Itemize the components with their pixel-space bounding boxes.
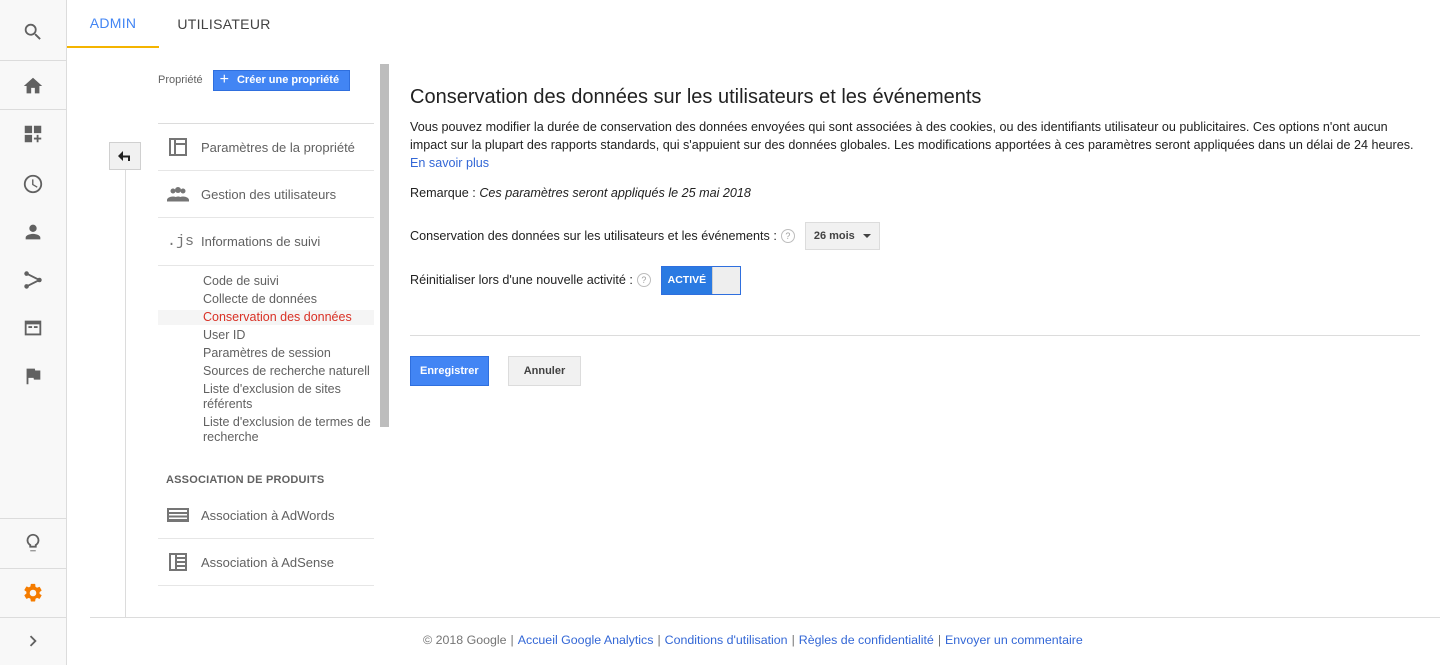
create-property-label: Créer une propriété — [236, 74, 340, 86]
tab-utilisateur[interactable]: UTILISATEUR — [159, 0, 289, 48]
footer-link-terms[interactable]: Conditions d'utilisation — [665, 633, 788, 647]
flag-icon[interactable] — [0, 354, 66, 398]
nav-adwords-linking[interactable]: Association à AdWords — [158, 492, 374, 539]
property-label: Propriété — [158, 74, 203, 86]
nav-tracking-info[interactable]: .js Informations de suivi — [158, 218, 374, 265]
nav-label: Informations de suivi — [201, 234, 321, 249]
tracking-sub-list: Code de suivi Collecte de données Conser… — [158, 266, 390, 454]
nav-label: Paramètres de la propriété — [201, 139, 355, 155]
retention-value: 26 mois — [813, 230, 855, 242]
js-icon: .js — [167, 233, 195, 250]
column-guide-line — [125, 165, 126, 617]
behavior-icon[interactable] — [0, 306, 66, 350]
note-label: Remarque : — [410, 186, 476, 200]
sub-item-user-id[interactable]: User ID — [158, 328, 390, 343]
retention-select[interactable]: 26 mois — [804, 222, 880, 250]
tab-admin[interactable]: ADMIN — [67, 0, 159, 48]
adsense-icon — [158, 552, 201, 572]
sub-item-search-term-exclusion[interactable]: Liste d'exclusion de termes de recherche — [158, 415, 390, 445]
page-title: Conservation des données sur les utilisa… — [410, 85, 982, 108]
share-icon[interactable] — [0, 258, 66, 302]
home-icon[interactable] — [0, 64, 66, 108]
layout-icon — [158, 137, 201, 157]
divider — [410, 335, 1420, 336]
clock-icon[interactable] — [0, 162, 66, 206]
description-text: Vous pouvez modifier la durée de conserv… — [410, 120, 1414, 152]
chevron-right-icon[interactable] — [0, 619, 66, 663]
sub-item-referral-exclusion[interactable]: Liste d'exclusion de sites référents — [158, 382, 358, 412]
toggle-label: ACTIVÉ — [661, 266, 712, 294]
plus-icon: + — [219, 71, 229, 88]
reset-row: Réinitialiser lors d'une nouvelle activi… — [410, 265, 1420, 295]
retention-label: Conservation des données sur les utilisa… — [410, 229, 777, 243]
save-button[interactable]: Enregistrer — [410, 356, 489, 386]
sub-item-organic-sources[interactable]: Sources de recherche naturell — [158, 364, 390, 379]
footer-divider — [90, 617, 1440, 618]
description: Vous pouvez modifier la durée de conserv… — [410, 118, 1420, 172]
dashboard-icon[interactable] — [0, 112, 66, 156]
help-icon[interactable]: ? — [780, 229, 795, 243]
product-linking-heading: ASSOCIATION DE PRODUITS — [166, 474, 325, 486]
users-icon — [158, 184, 201, 204]
search-icon[interactable] — [0, 10, 66, 54]
sub-item-data-collection[interactable]: Collecte de données — [158, 292, 390, 307]
nav-label: Association à AdSense — [201, 554, 334, 570]
nav-user-management[interactable]: Gestion des utilisateurs — [158, 171, 374, 218]
top-tabs: ADMIN UTILISATEUR — [67, 0, 1440, 48]
learn-more-link[interactable]: En savoir plus — [410, 156, 489, 170]
adwords-icon — [158, 505, 201, 525]
nav-label: Gestion des utilisateurs — [201, 186, 337, 202]
back-button[interactable] — [109, 142, 141, 170]
gear-icon[interactable] — [0, 571, 66, 615]
sub-item-tracking-code[interactable]: Code de suivi — [158, 274, 390, 289]
reset-label: Réinitialiser lors d'une nouvelle activi… — [410, 273, 633, 287]
copyright: © 2018 Google — [423, 633, 507, 647]
form-actions: Enregistrer Annuler — [410, 356, 1420, 386]
property-header: Propriété + Créer une propriété — [158, 64, 390, 96]
footer: © 2018 Google | Accueil Google Analytics | C… — [423, 633, 1083, 647]
retention-row: Conservation des données sur les utilisa… — [410, 221, 1420, 251]
footer-link-feedback[interactable]: Envoyer un commentaire — [945, 633, 1083, 647]
sub-item-data-retention[interactable]: Conservation des données — [158, 310, 374, 325]
caret-down-icon — [862, 234, 871, 238]
note: Remarque : Ces paramètres seront appliqu… — [410, 186, 1420, 200]
footer-link-privacy[interactable]: Règles de confidentialité — [799, 633, 934, 647]
cancel-button[interactable]: Annuler — [507, 356, 582, 386]
help-icon[interactable]: ? — [636, 273, 651, 287]
nav-property-settings[interactable]: Paramètres de la propriété — [158, 124, 374, 171]
nav-label: Association à AdWords — [201, 507, 335, 523]
reset-toggle[interactable]: ACTIVÉ — [660, 265, 741, 295]
create-property-button[interactable]: + Créer une propriété — [212, 69, 351, 91]
sub-item-session-settings[interactable]: Paramètres de session — [158, 346, 390, 361]
property-scrollbar[interactable] — [380, 64, 389, 427]
footer-link-home[interactable]: Accueil Google Analytics — [518, 633, 654, 647]
toggle-knob — [711, 266, 740, 294]
person-icon[interactable] — [0, 210, 66, 254]
lightbulb-icon[interactable] — [0, 521, 66, 565]
property-column: Propriété + Créer une propriété Paramètr… — [158, 64, 390, 614]
note-text: Ces paramètres seront appliqués le 25 ma… — [479, 186, 751, 200]
left-rail — [0, 0, 67, 665]
main-content: Conservation des données sur les utilisa… — [410, 82, 1420, 386]
back-arrow-icon — [118, 151, 130, 161]
nav-adsense-linking[interactable]: Association à AdSense — [158, 539, 374, 586]
